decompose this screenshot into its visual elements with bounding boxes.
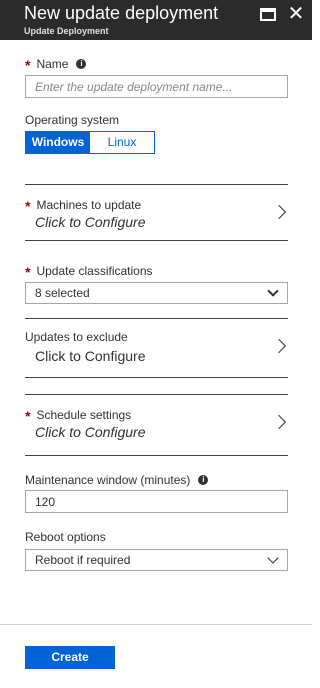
reboot-label: Reboot options xyxy=(25,530,106,544)
chevron-right-icon xyxy=(271,204,287,220)
reboot-selected: Reboot if required xyxy=(35,553,131,567)
schedule-value: Click to Configure xyxy=(35,424,146,440)
name-input[interactable] xyxy=(25,75,288,98)
chevron-down-icon xyxy=(267,552,279,564)
required-marker: * xyxy=(25,408,31,424)
exclude-label: Updates to exclude xyxy=(25,330,128,344)
divider xyxy=(25,240,288,241)
os-option-linux[interactable]: Linux xyxy=(90,132,154,153)
name-label: Name xyxy=(36,57,69,71)
chevron-right-icon xyxy=(271,338,287,354)
divider xyxy=(25,455,288,456)
chevron-right-icon xyxy=(271,414,287,430)
maximize-icon[interactable] xyxy=(260,8,276,21)
required-marker: * xyxy=(25,198,31,214)
maintenance-label: Maintenance window (minutes) xyxy=(25,473,191,487)
os-label: Operating system xyxy=(25,113,120,127)
blade-subtitle: Update Deployment xyxy=(24,26,109,36)
os-toggle: Windows Linux xyxy=(25,131,155,154)
schedule-label: Schedule settings xyxy=(36,408,132,422)
classifications-selected: 8 selected xyxy=(35,286,90,300)
blade-title: New update deployment xyxy=(24,3,219,23)
reboot-select[interactable]: Reboot if required xyxy=(25,549,288,571)
machines-value: Click to Configure xyxy=(35,214,146,230)
required-marker: * xyxy=(25,57,31,73)
close-icon[interactable]: ✕ xyxy=(285,3,307,25)
required-marker: * xyxy=(25,264,31,280)
maintenance-label-row: Maintenance window (minutes) i xyxy=(25,473,209,487)
exclude-value: Click to Configure xyxy=(35,348,146,364)
name-label-row: * Name i xyxy=(25,55,87,73)
divider xyxy=(25,394,288,395)
os-option-windows[interactable]: Windows xyxy=(26,132,90,153)
create-button[interactable]: Create xyxy=(25,646,115,669)
machines-label: Machines to update xyxy=(36,198,142,212)
classifications-select[interactable]: 8 selected xyxy=(25,282,288,304)
chevron-down-icon xyxy=(267,285,279,297)
machines-label-row: * Machines to update xyxy=(25,196,142,214)
info-icon[interactable]: i xyxy=(198,474,209,485)
classifications-label-row: * Update classifications xyxy=(25,262,153,280)
info-icon[interactable]: i xyxy=(76,58,87,69)
divider xyxy=(25,184,288,185)
divider xyxy=(25,377,288,378)
classifications-label: Update classifications xyxy=(36,264,153,278)
schedule-label-row: * Schedule settings xyxy=(25,406,132,424)
footer-divider xyxy=(0,624,312,625)
divider xyxy=(25,318,288,319)
blade-header: New update deployment Update Deployment … xyxy=(0,0,312,40)
maintenance-input[interactable] xyxy=(25,490,288,513)
